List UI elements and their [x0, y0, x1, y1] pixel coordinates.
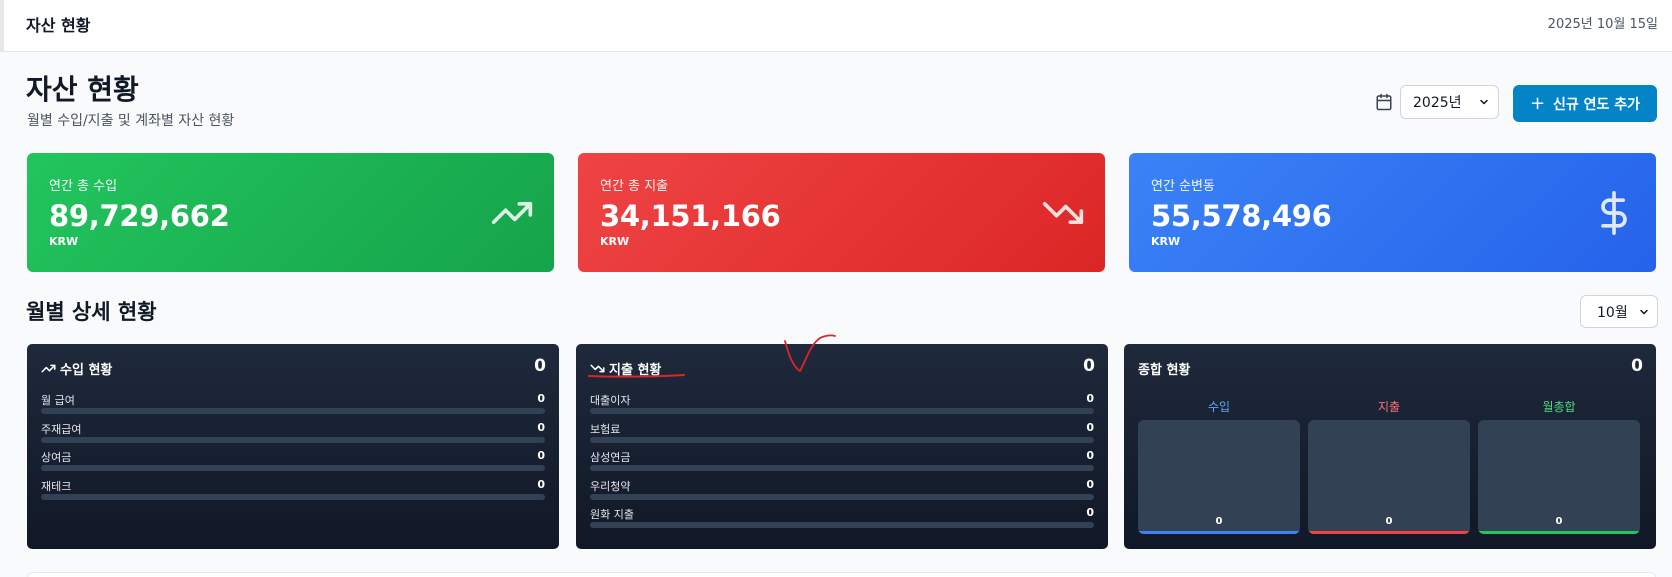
- summary-value: 0: [1215, 516, 1223, 527]
- category-row: 삼성연금 0: [590, 449, 1094, 475]
- panel-total: 0: [534, 356, 546, 376]
- category-row: 월 급여 0: [41, 392, 545, 418]
- stat-card-net: 연간 순변동 55,578,496 KRW: [1129, 153, 1656, 272]
- category-label: 주재급여: [41, 422, 82, 436]
- progress-bar: [590, 465, 1094, 471]
- summary-accent-line: [1138, 531, 1300, 534]
- summary-bar-box: 0: [1478, 420, 1640, 534]
- category-row: 주재급여 0: [41, 421, 545, 447]
- summary-accent-line: [1478, 531, 1640, 534]
- category-amount: 0: [1086, 506, 1094, 519]
- category-label: 원화 지출: [590, 508, 634, 521]
- calendar-icon: [1376, 93, 1392, 111]
- category-label: 재테크: [41, 479, 72, 493]
- progress-bar: [590, 493, 1094, 500]
- bottom-card: [27, 572, 1656, 577]
- summary-column-label: 지출: [1377, 400, 1401, 414]
- category-amount: 0: [537, 420, 545, 434]
- stat-unit: KRW: [1151, 235, 1181, 248]
- category-row: 재테크 0: [41, 478, 545, 504]
- panel-total: 0: [1083, 356, 1095, 376]
- category-amount: 0: [1086, 477, 1094, 491]
- stat-value: 55,578,496: [1151, 199, 1332, 233]
- summary-column-label: 수입: [1207, 400, 1231, 414]
- add-year-button-label: 신규 연도 추가: [1553, 96, 1641, 113]
- progress-bar: [590, 522, 1094, 528]
- month-select-value: 10월: [1597, 304, 1628, 321]
- summary-panel: 종합 현황 0 수입 0 지출 0 월총합 0: [1124, 344, 1656, 549]
- panel-header: 종합 현황: [1138, 359, 1190, 378]
- summary-bar-box: 0: [1138, 420, 1300, 534]
- panel-total: 0: [1631, 356, 1643, 376]
- panel-title: 지출 현황: [609, 363, 662, 378]
- category-label: 월 급여: [41, 394, 75, 407]
- category-label: 보험료: [590, 422, 621, 436]
- category-label: 우리청약: [590, 479, 631, 493]
- top-bar: 자산 현황 2025년 10월 15일: [0, 0, 1672, 52]
- category-label: 상여금: [41, 451, 72, 464]
- progress-bar: [590, 436, 1094, 443]
- category-amount: 0: [1086, 420, 1094, 434]
- trending-down-icon: [590, 364, 605, 373]
- progress-bar: [41, 465, 545, 471]
- stat-value: 34,151,166: [600, 199, 781, 233]
- monthly-section-title: 월별 상세 현황: [26, 300, 157, 324]
- page-title: 자산 현황: [26, 73, 139, 106]
- stat-unit: KRW: [49, 235, 79, 248]
- stat-label: 연간 총 수입: [49, 179, 118, 194]
- category-amount: 0: [537, 449, 545, 462]
- trending-up-icon: [491, 202, 533, 224]
- progress-bar: [41, 493, 545, 500]
- category-row: 대출이자 0: [590, 392, 1094, 418]
- category-amount: 0: [537, 477, 545, 491]
- stat-unit: KRW: [600, 235, 630, 248]
- plus-icon: +: [1529, 92, 1546, 114]
- stat-label: 연간 총 지출: [600, 179, 669, 194]
- panel-title: 종합 현황: [1138, 363, 1191, 378]
- summary-bar-box: 0: [1308, 420, 1470, 534]
- category-label: 삼성연금: [590, 451, 631, 464]
- current-date: 2025년 10월 15일: [1547, 17, 1658, 32]
- chevron-down-icon: [1640, 309, 1648, 315]
- add-year-button[interactable]: + 신규 연도 추가: [1513, 85, 1657, 122]
- month-select[interactable]: 10월: [1580, 295, 1658, 328]
- progress-bar: [41, 408, 545, 414]
- category-row: 우리청약 0: [590, 478, 1094, 504]
- panel-header: 수입 현황: [41, 359, 112, 378]
- category-row: 상여금 0: [41, 449, 545, 475]
- summary-value: 0: [1385, 516, 1393, 527]
- category-row: 원화 지출 0: [590, 506, 1094, 532]
- expense-panel: 지출 현황 0 대출이자 0 보험료 0 삼성연금 0 우리청약 0 원화 지출 0: [576, 344, 1108, 549]
- page-subtitle: 월별 수입/지출 및 계좌별 자산 현황: [27, 113, 235, 129]
- stat-label: 연간 순변동: [1151, 179, 1215, 194]
- summary-value: 0: [1555, 516, 1563, 527]
- app-title: 자산 현황: [26, 16, 91, 35]
- panel-header: 지출 현황: [590, 359, 661, 378]
- income-panel: 수입 현황 0 월 급여 0 주재급여 0 상여금 0 재테크 0: [27, 344, 559, 549]
- chevron-down-icon: [1480, 99, 1488, 105]
- dollar-icon: [1601, 191, 1627, 235]
- progress-bar: [41, 436, 545, 443]
- category-amount: 0: [1086, 449, 1094, 462]
- trending-down-icon: [1042, 202, 1084, 224]
- stat-value: 89,729,662: [49, 199, 230, 233]
- trending-up-icon: [41, 364, 56, 373]
- summary-accent-line: [1308, 531, 1470, 534]
- stat-card-income: 연간 총 수입 89,729,662 KRW: [27, 153, 554, 272]
- panel-title: 수입 현황: [60, 363, 113, 378]
- progress-bar: [590, 408, 1094, 414]
- category-amount: 0: [1086, 392, 1094, 405]
- summary-column-label: 월총합: [1542, 400, 1576, 414]
- stat-card-expense: 연간 총 지출 34,151,166 KRW: [578, 153, 1105, 272]
- category-label: 대출이자: [590, 394, 631, 407]
- category-amount: 0: [537, 392, 545, 405]
- year-select-value: 2025년: [1413, 95, 1462, 111]
- category-row: 보험료 0: [590, 421, 1094, 447]
- year-select[interactable]: 2025년: [1400, 85, 1499, 119]
